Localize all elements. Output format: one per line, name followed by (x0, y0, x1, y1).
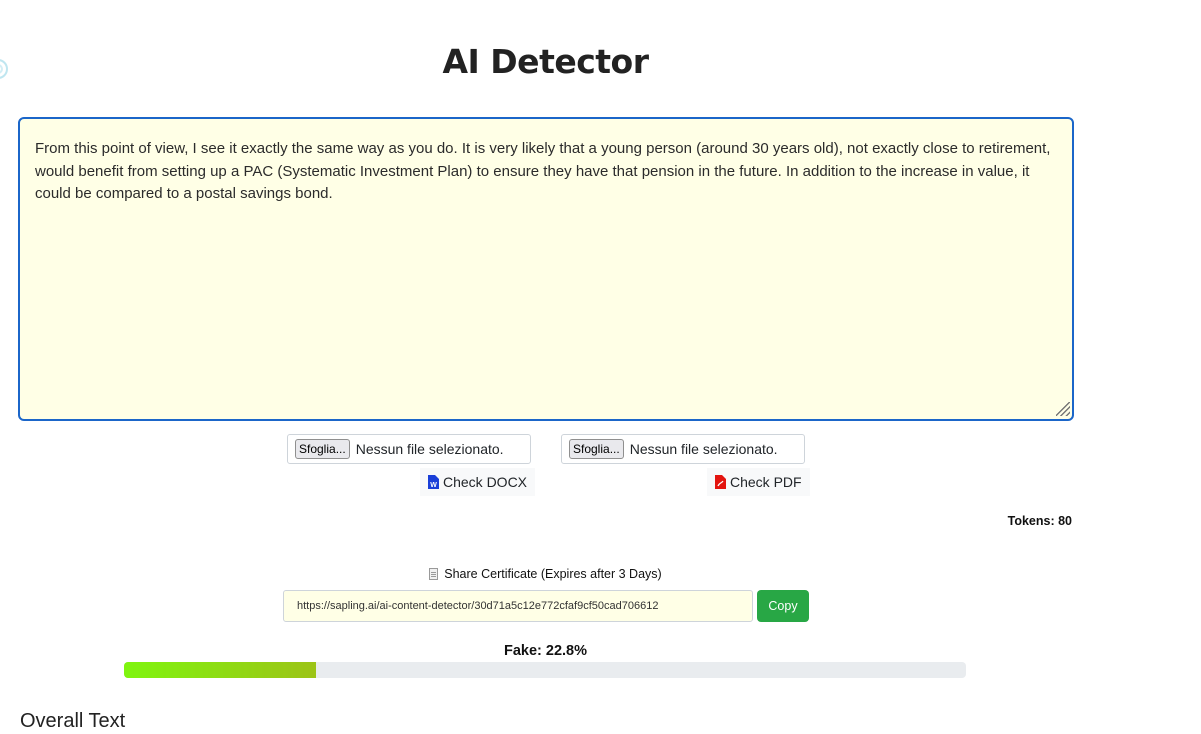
token-count-value: 80 (1058, 514, 1072, 528)
fake-score-label: Fake: 22.8% (503, 643, 588, 659)
check-docx-label: Check DOCX (443, 474, 528, 490)
token-count-label: Tokens: (1007, 514, 1055, 528)
certificate-url-field[interactable]: https://sapling.ai/ai-content-detector/3… (283, 590, 753, 622)
check-docx-button[interactable]: W Check DOCX (420, 468, 536, 496)
pdf-file-icon (715, 475, 726, 489)
fake-score-bar (124, 662, 966, 678)
check-pdf-button[interactable]: Check PDF (707, 468, 810, 496)
check-pdf-label: Check PDF (730, 474, 802, 490)
token-count: Tokens: 80 (1008, 514, 1072, 528)
resize-grip-icon[interactable] (1056, 402, 1070, 416)
docx-file-status: Nessun file selezionato. (355, 441, 504, 457)
svg-text:W: W (430, 482, 437, 489)
text-input-area[interactable]: From this point of view, I see it exactl… (18, 117, 1074, 421)
pdf-browse-button[interactable]: Sfoglia... (569, 439, 624, 459)
copy-button[interactable]: Copy (757, 590, 809, 622)
fake-score-bar-fill (124, 662, 316, 678)
share-certificate-label: Share Certificate (Expires after 3 Days) (444, 567, 662, 581)
docx-file-input[interactable]: Sfoglia... Nessun file selezionato. (287, 434, 531, 464)
pdf-file-status: Nessun file selezionato. (629, 441, 778, 457)
docx-browse-button[interactable]: Sfoglia... (295, 439, 350, 459)
page-title: AI Detector (442, 42, 649, 81)
certificate-icon (429, 568, 439, 580)
pdf-file-input[interactable]: Sfoglia... Nessun file selezionato. (561, 434, 805, 464)
overall-text-heading: Overall Text (20, 710, 126, 732)
word-file-icon: W (428, 475, 439, 489)
share-certificate-heading: Share Certificate (Expires after 3 Days) (0, 567, 1091, 581)
